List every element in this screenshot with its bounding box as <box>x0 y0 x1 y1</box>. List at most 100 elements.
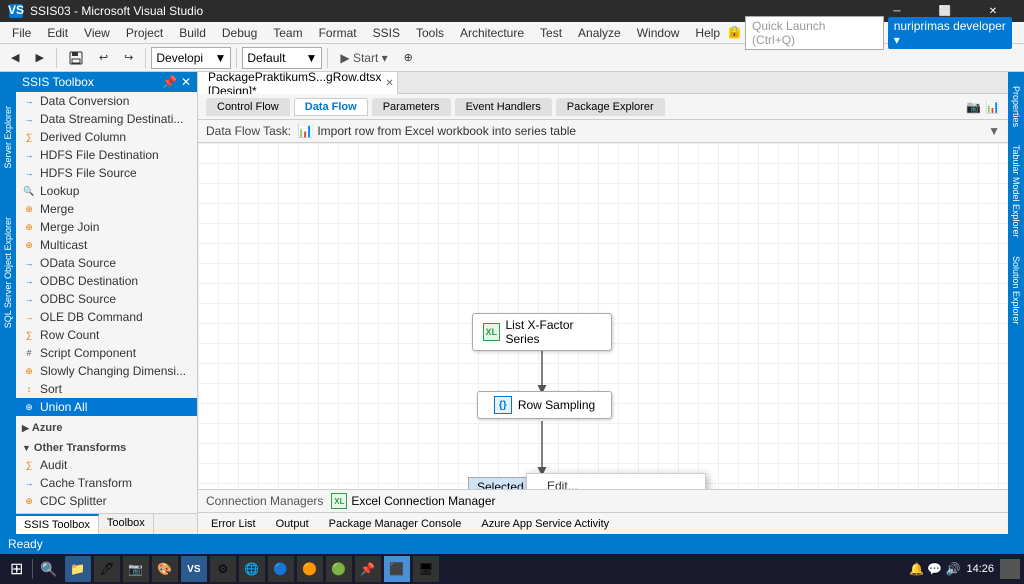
taskbar-app-4[interactable]: ⚙ <box>210 556 236 582</box>
row-sampling-component[interactable]: {} Row Sampling <box>477 391 612 419</box>
taskbar-browser[interactable]: 🌐 <box>239 556 265 582</box>
main-body: Server Explorer SQL Server Object Explor… <box>0 72 1024 534</box>
menu-window[interactable]: Window <box>629 24 688 42</box>
taskbar-app-7[interactable]: 🟢 <box>326 556 352 582</box>
menu-view[interactable]: View <box>76 24 118 42</box>
doc-tab-close-icon[interactable]: ✕ <box>385 78 393 89</box>
taskbar-app-5[interactable]: 🔵 <box>268 556 294 582</box>
sidebar-item-lookup[interactable]: 🔍 Lookup <box>16 182 197 200</box>
sidebar-item-odbc-src[interactable]: → ODBC Source <box>16 290 197 308</box>
sidebar-item-odata[interactable]: → OData Source <box>16 254 197 272</box>
sidebar-item-merge-join[interactable]: ⊕ Merge Join <box>16 218 197 236</box>
taskbar-clock[interactable]: 14:26 <box>966 563 994 575</box>
solution-explorer-tab[interactable]: Solution Explorer <box>1009 252 1023 329</box>
sidebar-item-scd[interactable]: ⊕ Slowly Changing Dimensi... <box>16 362 197 380</box>
azure-section[interactable]: ▶Azure <box>16 420 197 436</box>
control-flow-tab[interactable]: Control Flow <box>206 98 290 116</box>
sidebar-item-merge[interactable]: ⊕ Merge <box>16 200 197 218</box>
show-desktop-button[interactable] <box>1000 559 1020 579</box>
menu-ssis[interactable]: SSIS <box>365 24 408 42</box>
menu-debug[interactable]: Debug <box>214 24 265 42</box>
grid-icon[interactable]: 📊 <box>985 100 1000 114</box>
taskbar-active-app[interactable]: ⬛ <box>384 556 410 582</box>
start-button-taskbar[interactable]: ⊞ <box>4 557 29 581</box>
sidebar-item-oledb-cmd[interactable]: → OLE DB Command <box>16 308 197 326</box>
sidebar-item-row-count[interactable]: ∑ Row Count <box>16 326 197 344</box>
package-explorer-tab[interactable]: Package Explorer <box>556 98 665 116</box>
undo-button[interactable]: ↩ <box>92 46 115 70</box>
data-flow-tab[interactable]: Data Flow <box>294 98 368 116</box>
list-xfactor-component[interactable]: XL List X-Factor Series <box>472 313 612 351</box>
menu-help[interactable]: Help <box>687 24 728 42</box>
package-manager-tab[interactable]: Package Manager Console <box>320 515 471 533</box>
menu-team[interactable]: Team <box>265 24 310 42</box>
sidebar-item-script-component[interactable]: # Script Component <box>16 344 197 362</box>
sidebar-item-hdfs-dest[interactable]: → HDFS File Destination <box>16 146 197 164</box>
attach-button[interactable]: ⊕ <box>397 46 420 70</box>
flag-icon: 🔒 <box>728 26 741 40</box>
taskbar: ⊞ 🔍 📁 🖊 📷 🎨 VS ⚙ 🌐 🔵 🟠 🟢 <box>0 554 1024 584</box>
taskbar-vs[interactable]: VS <box>181 556 207 582</box>
union-all-icon: ⊕ <box>22 400 36 414</box>
azure-service-tab[interactable]: Azure App Service Activity <box>472 515 618 533</box>
menu-tools[interactable]: Tools <box>408 24 452 42</box>
other-transforms-section[interactable]: ▼Other Transforms <box>16 440 197 456</box>
menu-format[interactable]: Format <box>311 24 365 42</box>
taskbar-app-3[interactable]: 🎨 <box>152 556 178 582</box>
profile-dropdown[interactable]: Developi ▼ <box>151 47 231 69</box>
sidebar-item-multicast[interactable]: ⊕ Multicast <box>16 236 197 254</box>
output-tab[interactable]: Output <box>267 515 318 533</box>
taskbar-app-9[interactable]: 🖥 <box>413 556 439 582</box>
sidebar-item-cache-transform[interactable]: → Cache Transform <box>16 474 197 492</box>
event-handlers-tab[interactable]: Event Handlers <box>455 98 552 116</box>
right-panel-tabs: Properties Tabular Model Explorer Soluti… <box>1008 72 1024 534</box>
sidebar-item-cdc-splitter[interactable]: ⊕ CDC Splitter <box>16 492 197 510</box>
redo-button[interactable]: ↪ <box>117 46 140 70</box>
error-list-tab[interactable]: Error List <box>202 515 265 533</box>
user-profile[interactable]: nuriprimas developer ▾ <box>888 17 1012 49</box>
sort-icon: ↕ <box>22 382 36 396</box>
start-button[interactable]: ▶ Start ▾ <box>333 46 394 70</box>
taskbar-app-1[interactable]: 🖊 <box>94 556 120 582</box>
taskbar-file-explorer[interactable]: 📁 <box>65 556 91 582</box>
quick-launch-input[interactable]: Quick Launch (Ctrl+Q) <box>745 16 884 50</box>
sidebar-item-audit[interactable]: ∑ Audit <box>16 456 197 474</box>
save-button[interactable] <box>62 46 90 70</box>
camera-icon[interactable]: 📷 <box>966 100 981 114</box>
menu-architecture[interactable]: Architecture <box>452 24 532 42</box>
menu-analyze[interactable]: Analyze <box>570 24 629 42</box>
menu-test[interactable]: Test <box>532 24 570 42</box>
taskbar-app-8[interactable]: 📌 <box>355 556 381 582</box>
sidebar-item-sort[interactable]: ↕ Sort <box>16 380 197 398</box>
scd-icon: ⊕ <box>22 364 36 378</box>
context-edit[interactable]: Edit... <box>527 474 705 489</box>
sidebar-item-derived-column[interactable]: ∑ Derived Column <box>16 128 197 146</box>
sidebar-close-icon[interactable]: ✕ <box>181 75 191 89</box>
taskbar-app-2[interactable]: 📷 <box>123 556 149 582</box>
menu-file[interactable]: File <box>4 24 39 42</box>
properties-tab[interactable]: Properties <box>1009 82 1023 131</box>
sidebar-item-union-all[interactable]: ⊕ Union All <box>16 398 197 416</box>
parameters-tab[interactable]: Parameters <box>372 98 451 116</box>
task-dropdown-arrow[interactable]: ▼ <box>988 124 1000 138</box>
menu-build[interactable]: Build <box>171 24 214 42</box>
design-canvas[interactable]: XL List X-Factor Series {} Row Sampling … <box>198 143 1008 489</box>
sidebar-item-data-conversion[interactable]: → Data Conversion <box>16 92 197 110</box>
menu-project[interactable]: Project <box>118 24 171 42</box>
ssis-toolbox-tab[interactable]: SSIS Toolbox <box>16 514 99 534</box>
forward-button[interactable]: ▶ <box>28 46 50 70</box>
excel-connection-item[interactable]: XL Excel Connection Manager <box>331 493 495 509</box>
sql-server-tab[interactable]: SQL Server Object Explorer <box>1 213 15 332</box>
pin-icon[interactable]: 📌 <box>162 75 177 89</box>
sidebar-item-odbc-dest[interactable]: → ODBC Destination <box>16 272 197 290</box>
toolbox-tab[interactable]: Toolbox <box>99 514 154 534</box>
sidebar-item-data-streaming[interactable]: → Data Streaming Destinati... <box>16 110 197 128</box>
sidebar-item-hdfs-src[interactable]: → HDFS File Source <box>16 164 197 182</box>
server-explorer-tab[interactable]: Server Explorer <box>1 102 15 173</box>
back-button[interactable]: ◀ <box>4 46 26 70</box>
taskbar-search[interactable]: 🔍 <box>36 559 61 580</box>
platform-dropdown[interactable]: Default ▼ <box>242 47 322 69</box>
taskbar-app-6[interactable]: 🟠 <box>297 556 323 582</box>
tabular-model-tab[interactable]: Tabular Model Explorer <box>1009 141 1023 242</box>
menu-edit[interactable]: Edit <box>39 24 76 42</box>
